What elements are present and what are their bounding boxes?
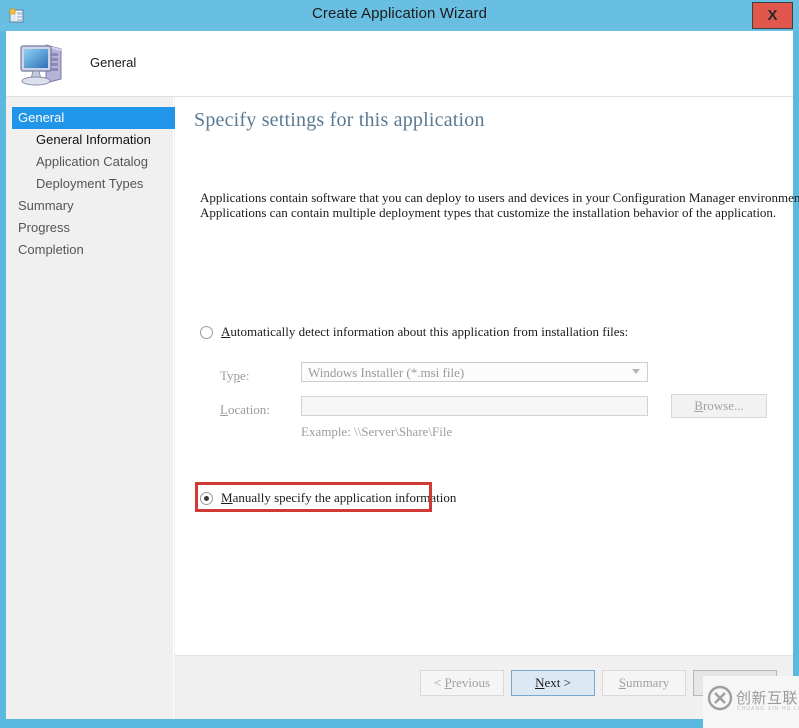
sidebar-item-label: General Information — [36, 132, 151, 147]
wizard-sidebar: General General Information Application Ca… — [6, 97, 178, 719]
header-step-label: General — [90, 55, 137, 70]
accesskey-s: S — [618, 675, 626, 690]
description-paragraph: Applications contain software that you c… — [200, 190, 799, 220]
sidebar-item-general-information[interactable]: General Information — [12, 129, 174, 151]
chevron-down-icon[interactable] — [632, 369, 640, 374]
radio-automatically-detect-label: Automatically detect information about t… — [221, 324, 628, 340]
description-line-2: Applications can contain multiple deploy… — [200, 205, 777, 220]
type-label-pre: Ty — [220, 368, 234, 383]
wizard-content: Specify settings for this application Ap… — [175, 97, 799, 719]
sidebar-item-summary[interactable]: Summary — [12, 195, 174, 217]
sidebar-item-label: General — [18, 110, 65, 125]
watermark: 创新互联 CHUANG XIN HU LIAN — [703, 676, 799, 728]
computer-monitor-icon — [16, 37, 72, 91]
title-bar: Create Application Wizard X — [0, 0, 799, 31]
sidebar-item-progress[interactable]: Progress — [12, 217, 174, 239]
sidebar-item-label: Completion — [18, 242, 84, 257]
sidebar-item-label: Application Catalog — [36, 154, 149, 169]
summary-button[interactable]: Summary — [602, 670, 686, 696]
accesskey-m: M — [221, 490, 233, 505]
browse-button[interactable]: Browse... — [671, 394, 767, 418]
sidebar-item-general[interactable]: General — [12, 107, 178, 129]
previous-button-post: revious — [451, 675, 491, 690]
wizard-header: General — [6, 31, 793, 97]
browse-button-text: rowse... — [702, 398, 744, 413]
radio-automatically-detect[interactable]: Automatically detect information about t… — [200, 324, 628, 340]
location-input[interactable] — [301, 396, 648, 416]
radio-manually-specify-dot[interactable] — [200, 491, 213, 505]
sidebar-item-label: Summary — [18, 198, 74, 213]
accesskey-a: A — [221, 324, 231, 339]
location-label-post: ocation: — [227, 402, 270, 417]
sidebar-item-application-catalog[interactable]: Application Catalog — [12, 151, 174, 173]
location-example-hint: Example: \\Server\Share\File — [301, 424, 453, 439]
radio-manual-text: anually specify the application informat… — [232, 490, 457, 505]
summary-button-post: ummary — [625, 675, 670, 690]
sidebar-item-label: Progress — [18, 220, 71, 235]
radio-manually-specify-label: Manually specify the application informa… — [221, 490, 456, 506]
content-surface: Specify settings for this application Ap… — [175, 97, 799, 655]
close-icon[interactable]: X — [752, 2, 793, 29]
wizard-window: Create Application Wizard X General Gene… — [0, 0, 799, 728]
type-select[interactable]: Windows Installer (*.msi file) — [301, 362, 648, 382]
watermark-cn-text: 创新互联 — [736, 689, 799, 707]
window-title: Create Application Wizard — [311, 5, 488, 22]
sidebar-item-deployment-types[interactable]: Deployment Types — [12, 173, 174, 195]
next-button-post: ext > — [544, 675, 571, 690]
sidebar-item-label: Deployment Types — [36, 176, 144, 191]
watermark-en-text: CHUANG XIN HU LIAN — [737, 706, 799, 712]
description-line-1: Applications contain software that you c… — [200, 190, 799, 205]
circle-x-logo-icon — [707, 685, 733, 711]
type-select-value: Windows Installer (*.msi file) — [308, 365, 465, 380]
radio-manually-specify[interactable]: Manually specify the application informa… — [200, 490, 456, 506]
previous-button[interactable]: < Previous — [420, 670, 504, 696]
wizard-body: General General Information Application Ca… — [6, 97, 799, 719]
next-button[interactable]: Next > — [511, 670, 595, 696]
type-label: Type: — [220, 368, 249, 384]
accesskey-p-prev: P — [444, 675, 452, 690]
radio-auto-text: utomatically detect information about th… — [230, 324, 629, 339]
previous-button-pre: < — [433, 675, 445, 690]
wizard-footer: < Previous Next > Summary Cancel — [175, 655, 793, 719]
type-label-post: e: — [240, 368, 250, 383]
accesskey-l: L — [220, 402, 228, 417]
location-label: Location: — [220, 402, 270, 418]
radio-automatically-detect-dot[interactable] — [200, 325, 213, 339]
accesskey-b: B — [694, 398, 703, 413]
page-title: Specify settings for this application — [194, 109, 485, 131]
wizard-step-list: General General Information Application Ca… — [12, 107, 178, 261]
sidebar-item-completion[interactable]: Completion — [12, 239, 174, 261]
